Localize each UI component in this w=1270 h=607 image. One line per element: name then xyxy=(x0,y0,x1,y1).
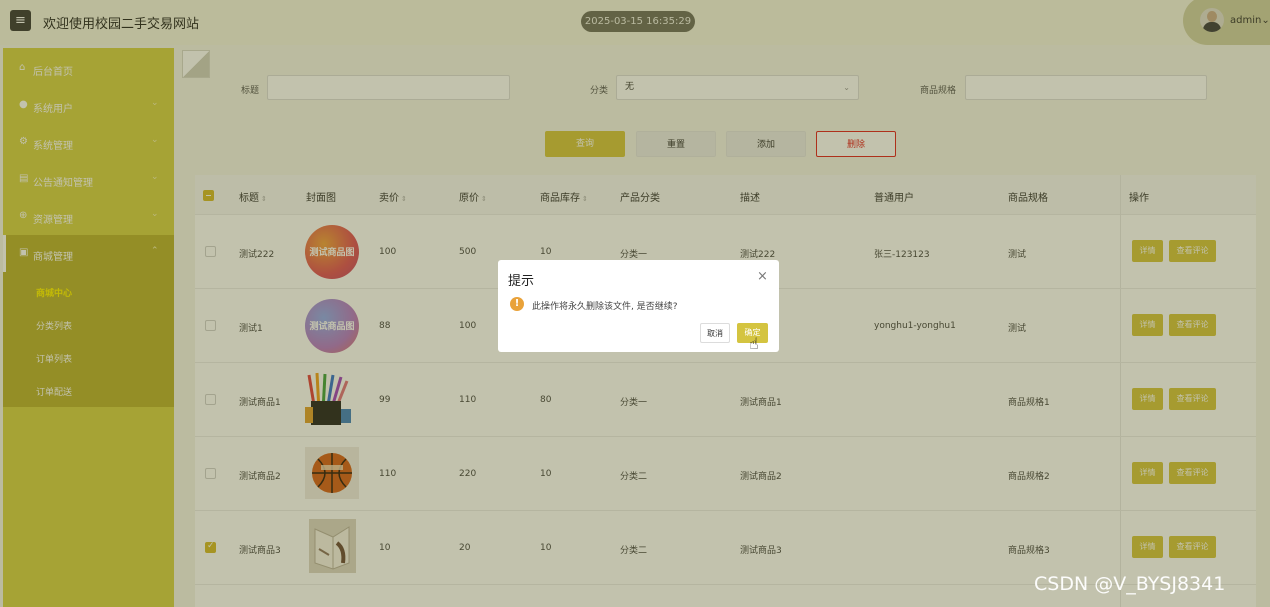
hand-cursor-icon: ☝ xyxy=(749,334,759,353)
dialog-title: 提示 xyxy=(508,274,535,289)
dialog-message: 此操作将永久删除该文件, 是否继续? xyxy=(532,302,678,312)
warning-icon: ! xyxy=(510,297,524,311)
cancel-button[interactable]: 取消 xyxy=(700,323,730,343)
close-icon[interactable]: × xyxy=(757,269,768,284)
confirm-dialog: 提示 × ! 此操作将永久删除该文件, 是否继续? 取消 确定 xyxy=(498,260,779,352)
watermark: CSDN @V_BYSJ8341 xyxy=(1034,573,1226,595)
